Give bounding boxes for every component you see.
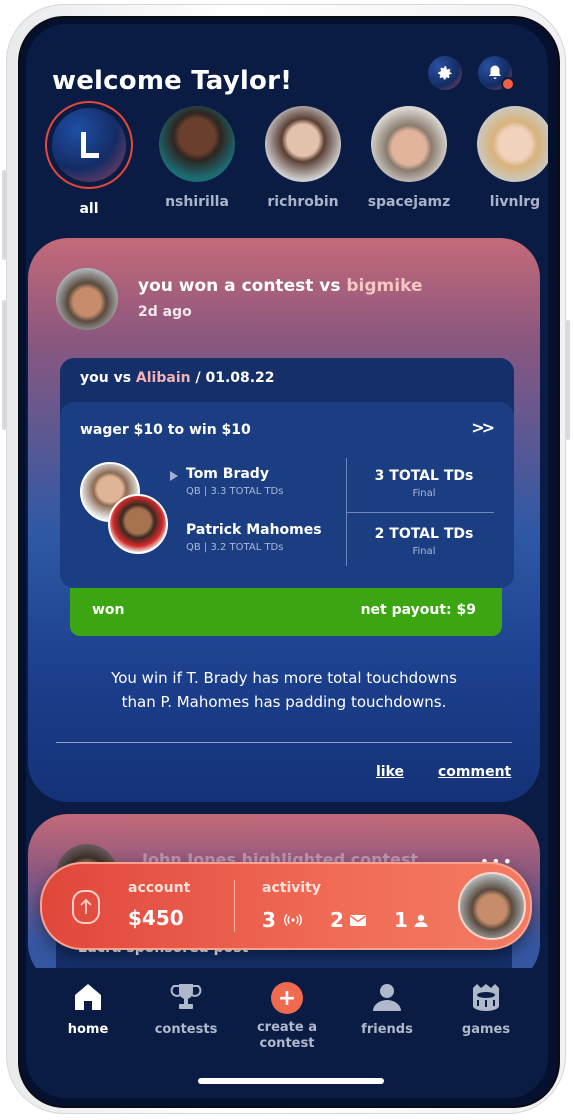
avatar — [371, 106, 447, 182]
story-richrobin[interactable]: richrobin — [258, 106, 348, 210]
post-author-avatar[interactable] — [56, 268, 118, 330]
user-avatar[interactable] — [458, 872, 526, 940]
story-name: all — [79, 201, 99, 217]
player-name: Tom Brady — [186, 466, 269, 482]
live-count[interactable]: 3 — [262, 908, 302, 932]
friend-count[interactable]: 1 — [394, 908, 428, 932]
message-count[interactable]: 2 — [330, 908, 366, 932]
phone-side-button — [566, 320, 570, 440]
description-line: than P. Mahomes has padding touchdowns. — [121, 693, 447, 711]
phone-side-button — [2, 300, 6, 430]
notification-dot — [501, 77, 515, 91]
account-icon — [72, 890, 100, 924]
nav-label: contests — [154, 1022, 218, 1037]
contest-card[interactable]: you vs Alibain / 01.08.22 wager $10 to w… — [60, 358, 514, 588]
player-name: Patrick Mahomes — [186, 522, 322, 538]
description-line: You win if T. Brady has more total touch… — [111, 669, 457, 687]
play-triangle-icon — [170, 471, 178, 481]
nav-create-contest[interactable]: + create a contest — [237, 982, 337, 1052]
trophy-icon — [170, 984, 202, 1009]
result-status: Final — [412, 488, 436, 499]
settings-button[interactable] — [428, 56, 462, 90]
expand-chevron-icon[interactable]: >> — [471, 418, 495, 437]
notifications-button[interactable] — [478, 56, 515, 91]
app-screen: welcome Taylor! all nshirilla richrobin … — [26, 24, 548, 1098]
story-ring — [45, 101, 133, 189]
story-name: nshirilla — [165, 194, 229, 210]
row-divider — [346, 512, 494, 513]
story-spacejamz[interactable]: spacejamz — [364, 106, 454, 210]
account-activity-bar[interactable]: account $450 activity 3 2 1 — [40, 862, 532, 950]
post-title-text: you won a contest vs — [138, 276, 341, 296]
stadium-icon — [473, 984, 499, 1011]
lucra-logo — [52, 108, 126, 182]
story-name: richrobin — [267, 194, 339, 210]
logo-l-icon — [81, 132, 99, 158]
nav-contests[interactable]: contests — [136, 982, 236, 1038]
story-name: spacejamz — [367, 194, 451, 210]
story-nshirilla[interactable]: nshirilla — [152, 106, 242, 210]
opponent-link[interactable]: bigmike — [346, 276, 422, 296]
player-result: 2 TOTAL TDs — [374, 526, 474, 542]
account-label: account — [128, 880, 191, 896]
player-subtitle: QB | 3.3 TOTAL TDs — [186, 486, 284, 497]
phone-screen: welcome Taylor! all nshirilla richrobin … — [18, 16, 560, 1108]
nav-label: games — [461, 1022, 511, 1037]
nav-home[interactable]: home — [38, 982, 138, 1038]
avatar — [265, 106, 341, 182]
nav-label: friends — [361, 1022, 413, 1037]
feed-post-card: you won a contest vs bigmike 2d ago you … — [28, 238, 540, 802]
nav-label: create a contest — [256, 1020, 318, 1051]
player-subtitle: QB | 3.2 TOTAL TDs — [186, 542, 284, 553]
broadcast-icon — [284, 914, 302, 926]
nav-label: home — [67, 1022, 109, 1037]
gear-icon — [438, 66, 452, 80]
like-button[interactable]: like — [376, 764, 404, 780]
vs-label: you vs — [80, 370, 132, 386]
contest-date: / 01.08.22 — [195, 370, 275, 386]
card-divider — [56, 742, 512, 743]
avatar — [159, 106, 235, 182]
home-indicator[interactable] — [198, 1078, 384, 1084]
message-count-value: 2 — [330, 908, 344, 932]
home-icon — [75, 984, 101, 1010]
welcome-title: welcome Taylor! — [52, 66, 293, 96]
player-avatar-mahomes — [108, 494, 168, 554]
arrow-up-icon — [80, 898, 92, 914]
outcome-bar: won net payout: $9 — [70, 588, 502, 636]
story-name: livnlrg — [489, 194, 541, 210]
story-all[interactable]: all — [44, 101, 134, 217]
vs-name[interactable]: Alibain — [136, 370, 191, 386]
contest-header: you vs Alibain / 01.08.22 — [80, 370, 275, 386]
post-title: you won a contest vs bigmike — [138, 276, 422, 296]
person-icon — [373, 984, 401, 1011]
stories-row: all nshirilla richrobin spacejamz livnlr… — [26, 101, 548, 226]
person-icon — [414, 914, 428, 927]
story-livnlrg[interactable]: livnlrg — [470, 106, 548, 210]
friend-count-value: 1 — [394, 908, 408, 932]
live-count-value: 3 — [262, 908, 276, 932]
player-result: 3 TOTAL TDs — [374, 468, 474, 484]
nav-games[interactable]: games — [436, 982, 536, 1038]
outcome-label: won — [92, 602, 125, 618]
wager-panel: wager $10 to win $10 >> Tom Brady QB | 3… — [60, 402, 514, 588]
contest-description: You win if T. Brady has more total touch… — [68, 666, 500, 714]
envelope-icon — [349, 914, 366, 926]
avatar — [477, 106, 548, 182]
plus-icon: + — [271, 982, 303, 1014]
post-timestamp: 2d ago — [138, 304, 192, 320]
bar-divider — [234, 880, 235, 932]
nav-friends[interactable]: friends — [337, 982, 437, 1038]
wager-title: wager $10 to win $10 — [80, 422, 251, 438]
net-payout: net payout: $9 — [360, 602, 476, 618]
result-status: Final — [412, 546, 436, 557]
comment-button[interactable]: comment — [438, 764, 511, 780]
phone-side-button — [2, 170, 6, 260]
account-balance[interactable]: $450 — [128, 906, 184, 930]
activity-label: activity — [262, 880, 321, 896]
